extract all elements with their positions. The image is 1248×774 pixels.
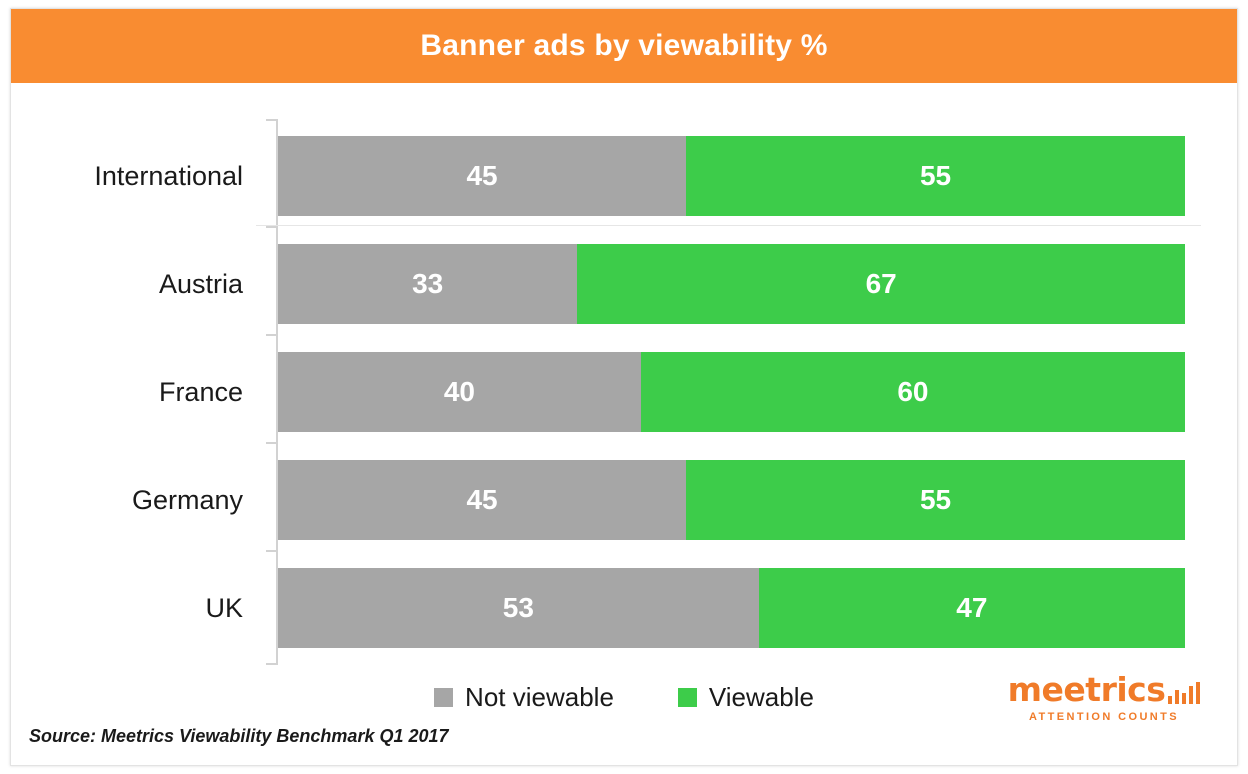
square-swatch-icon [434,687,454,707]
chart-plot-area: International 45 55 Austria 33 67 France… [11,83,1237,767]
category-label: Germany [131,484,243,515]
page-title: Banner ads by viewability % [420,29,828,62]
square-swatch-icon [677,687,697,707]
bar-segment-not-viewable: 45 [278,460,687,540]
legend-label: Not viewable [465,681,614,712]
bar-segment-viewable: 60 [640,352,1185,432]
axis-tick [266,550,277,552]
bar-row-international: International 45 55 [11,136,1237,216]
source-note: Source: Meetrics Viewability Benchmark Q… [29,726,449,746]
category-label: Austria [158,268,243,299]
bar-row-uk: UK 53 47 [11,568,1237,648]
bar-row-austria: Austria 33 67 [11,244,1237,324]
bar-segment-not-viewable: 53 [278,568,759,648]
category-label: France [158,376,243,407]
bar-segment-viewable: 47 [758,568,1185,648]
bar-row-germany: Germany 45 55 [11,460,1237,540]
axis-tick [266,442,277,444]
chart-card: Banner ads by viewability % Internationa… [10,8,1238,766]
axis-tick [266,226,277,228]
bar-segment-viewable: 55 [686,136,1185,216]
axis-tick [266,334,277,336]
category-label: International [94,160,243,191]
bar-row-france: France 40 60 [11,352,1237,432]
stacked-bar: 40 60 [278,352,1185,432]
stacked-bar: 33 67 [278,244,1185,324]
logo-wordmark: meetrics [1007,670,1166,709]
stacked-bar: 53 47 [278,568,1185,648]
bar-segment-viewable: 55 [686,460,1185,540]
legend-item-not-viewable[interactable]: Not viewable [434,682,614,713]
stacked-bar: 45 55 [278,136,1185,216]
axis-tick [266,119,277,121]
bar-segment-not-viewable: 40 [278,352,641,432]
logo-main: meetrics [1007,670,1201,709]
bar-segment-viewable: 67 [577,244,1185,324]
logo-tagline: ATTENTION COUNTS [1028,711,1180,723]
chart-title-bar: Banner ads by viewability % [11,9,1237,83]
bar-segment-not-viewable: 33 [278,244,578,324]
legend-label: Viewable [708,681,814,712]
category-label: UK [205,592,243,623]
row-separator [256,225,1201,226]
axis-tick [266,663,277,665]
legend-item-viewable[interactable]: Viewable [677,681,814,713]
bar-segment-not-viewable: 45 [278,136,687,216]
meetrics-logo: meetrics ATTENTION COUNTS [1007,670,1201,723]
stacked-bar: 45 55 [278,460,1185,540]
logo-equalizer-icon [1168,682,1201,706]
